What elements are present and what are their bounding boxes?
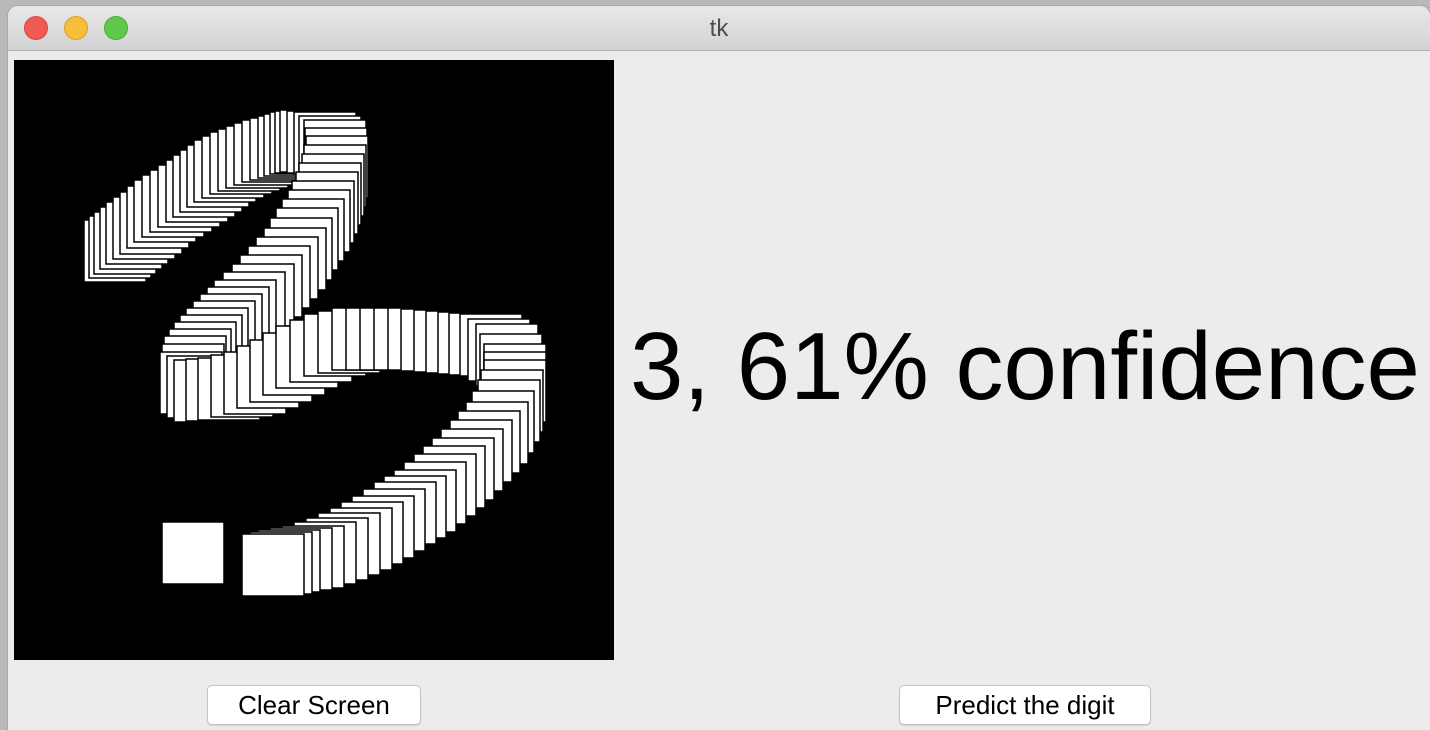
stroke-stamp xyxy=(241,533,305,597)
clear-screen-button[interactable]: Clear Screen xyxy=(207,685,421,725)
window-title: tk xyxy=(709,15,729,42)
predict-digit-button[interactable]: Predict the digit xyxy=(899,685,1151,725)
app-window: tk 3, 61% confidence Clear Screen Predic… xyxy=(8,6,1430,730)
prediction-result: 3, 61% confidence xyxy=(630,313,1420,420)
stroke-stamp xyxy=(161,521,225,585)
handwritten-digit-drawing xyxy=(83,109,547,597)
drawing-canvas[interactable] xyxy=(14,60,614,660)
title-bar[interactable]: tk xyxy=(8,6,1430,51)
